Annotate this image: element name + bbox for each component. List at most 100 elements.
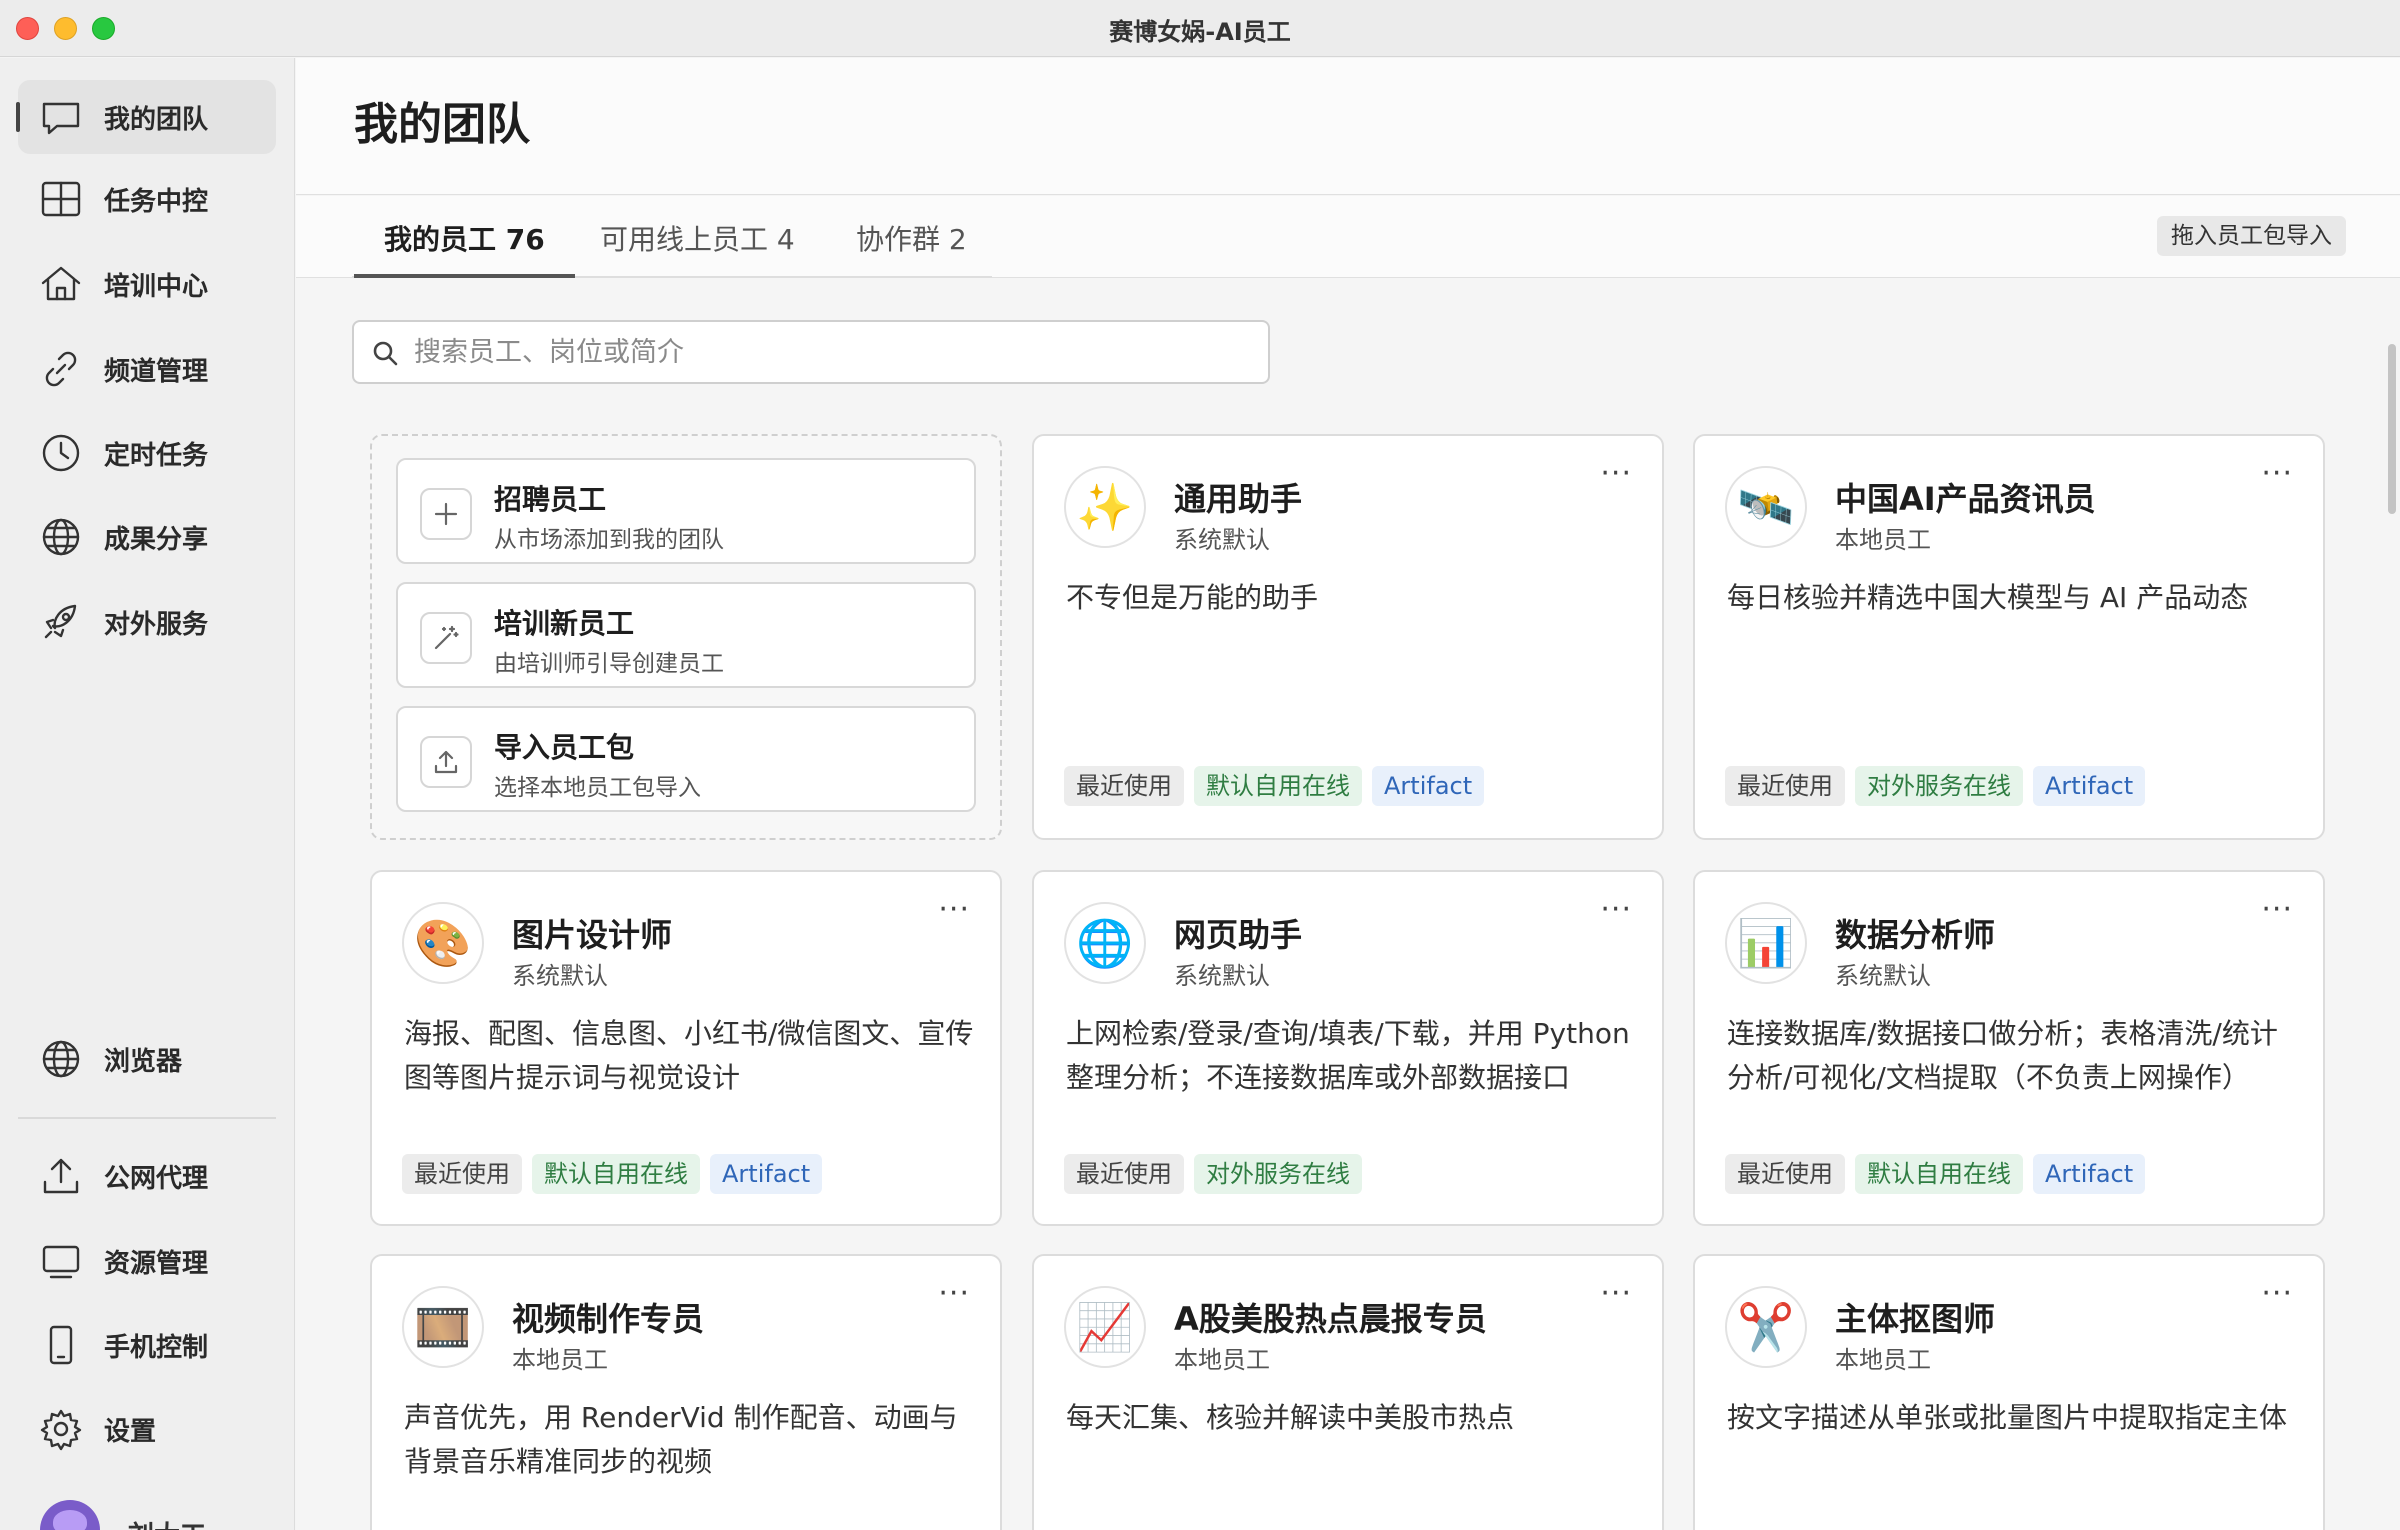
sidebar: 我的团队 任务中控 培训中心 频道管理 定时任务 成果分享 对外服务 浏览器 公… bbox=[0, 58, 295, 1530]
employee-type: 本地员工 bbox=[1835, 526, 1931, 554]
sidebar-item-scheduled-tasks[interactable]: 定时任务 bbox=[18, 416, 276, 490]
recruit-employee-button[interactable]: 招聘员工 从市场添加到我的团队 bbox=[396, 458, 976, 564]
employee-card[interactable]: 📊 数据分析师 系统默认 ··· 连接数据库/数据接口做分析；表格清洗/统计分析… bbox=[1693, 870, 2325, 1226]
employee-name: 通用助手 bbox=[1174, 480, 1303, 518]
phone-icon bbox=[38, 1322, 84, 1368]
employee-card[interactable]: 🎨 图片设计师 系统默认 ··· 海报、配图、信息图、小红书/微信图文、宣传图等… bbox=[370, 870, 1002, 1226]
search-field[interactable] bbox=[352, 320, 1270, 384]
user-name[interactable]: 刘大工 bbox=[128, 1515, 206, 1530]
employee-name: 数据分析师 bbox=[1835, 916, 1996, 954]
more-options-icon[interactable]: ··· bbox=[2261, 1276, 2293, 1311]
employee-type: 本地员工 bbox=[1174, 1346, 1270, 1374]
satellite-icon: 🛰️ bbox=[1725, 466, 1807, 548]
sidebar-item-label: 成果分享 bbox=[104, 524, 209, 555]
employee-card[interactable]: 🌐 网页助手 系统默认 ··· 上网检索/登录/查询/填表/下载，并用 Pyth… bbox=[1032, 870, 1664, 1226]
sidebar-item-label: 设置 bbox=[104, 1416, 157, 1447]
more-options-icon[interactable]: ··· bbox=[1600, 456, 1632, 491]
sidebar-item-label: 公网代理 bbox=[104, 1163, 209, 1194]
sparkles-icon: ✨ bbox=[1064, 466, 1146, 548]
sidebar-item-channel-management[interactable]: 频道管理 bbox=[18, 332, 276, 406]
employee-type: 本地员工 bbox=[512, 1346, 608, 1374]
sidebar-item-label: 资源管理 bbox=[104, 1248, 209, 1279]
employee-type: 系统默认 bbox=[1174, 526, 1270, 554]
employee-name: 主体抠图师 bbox=[1835, 1300, 1996, 1338]
employee-name: A股美股热点晨报专员 bbox=[1174, 1300, 1487, 1338]
employee-tags: 最近使用 对外服务在线 bbox=[1064, 1154, 1362, 1194]
main-content: 我的团队 我的员工 76 可用线上员工 4 协作群 2 拖入员工包导入 招聘员工… bbox=[296, 58, 2400, 1530]
sidebar-item-label: 浏览器 bbox=[104, 1046, 183, 1077]
upload-icon bbox=[38, 1153, 84, 1199]
employee-card[interactable]: 🛰️ 中国AI产品资讯员 本地员工 ··· 每日核验并精选中国大模型与 AI 产… bbox=[1693, 434, 2325, 840]
sidebar-item-public-proxy[interactable]: 公网代理 bbox=[18, 1139, 276, 1213]
window-title: 赛博女娲-AI员工 bbox=[1109, 18, 1291, 46]
tab-collab-groups[interactable]: 协作群 2 bbox=[856, 218, 967, 276]
employee-card[interactable]: ✂️ 主体抠图师 本地员工 ··· 按文字描述从单张或批量图片中提取指定主体 bbox=[1693, 1254, 2325, 1530]
employee-tags: 最近使用 默认自用在线 Artifact bbox=[402, 1154, 823, 1194]
action-subtitle: 由培训师引导创建员工 bbox=[494, 651, 724, 677]
tag-artifact: Artifact bbox=[710, 1154, 823, 1194]
title-bar: 赛博女娲-AI员工 bbox=[0, 0, 2400, 57]
tag-recent: 最近使用 bbox=[402, 1154, 522, 1194]
sidebar-item-external-service[interactable]: 对外服务 bbox=[18, 585, 276, 659]
sidebar-item-settings[interactable]: 设置 bbox=[18, 1392, 276, 1466]
more-options-icon[interactable]: ··· bbox=[1600, 892, 1632, 927]
tag-online: 默认自用在线 bbox=[532, 1154, 700, 1194]
scissors-icon: ✂️ bbox=[1725, 1286, 1807, 1368]
employee-card[interactable]: 🎞️ 视频制作专员 本地员工 ··· 声音优先，用 RenderVid 制作配音… bbox=[370, 1254, 1002, 1530]
action-title: 导入员工包 bbox=[494, 731, 635, 764]
grid-icon bbox=[38, 176, 84, 222]
globe-icon bbox=[38, 1036, 84, 1082]
action-title: 招聘员工 bbox=[494, 483, 607, 516]
action-title: 培训新员工 bbox=[494, 607, 635, 640]
employee-type: 系统默认 bbox=[512, 962, 608, 990]
tag-recent: 最近使用 bbox=[1064, 1154, 1184, 1194]
more-options-icon[interactable]: ··· bbox=[1600, 1276, 1632, 1311]
sidebar-item-results-sharing[interactable]: 成果分享 bbox=[18, 500, 276, 574]
sidebar-item-label: 频道管理 bbox=[104, 356, 209, 387]
import-package-button[interactable]: 导入员工包 选择本地员工包导入 bbox=[396, 706, 976, 812]
more-options-icon[interactable]: ··· bbox=[938, 1276, 970, 1311]
drag-import-button[interactable]: 拖入员工包导入 bbox=[2157, 216, 2346, 256]
sidebar-item-browser[interactable]: 浏览器 bbox=[18, 1022, 276, 1096]
employee-name: 网页助手 bbox=[1174, 916, 1303, 954]
search-input[interactable] bbox=[414, 330, 1254, 374]
sidebar-item-resource-management[interactable]: 资源管理 bbox=[18, 1224, 276, 1298]
sidebar-item-label: 手机控制 bbox=[104, 1332, 209, 1363]
sidebar-item-my-team[interactable]: 我的团队 bbox=[16, 80, 276, 154]
tag-online: 默认自用在线 bbox=[1855, 1154, 2023, 1194]
link-icon bbox=[38, 346, 84, 392]
more-options-icon[interactable]: ··· bbox=[2261, 456, 2293, 491]
rocket-icon bbox=[38, 599, 84, 645]
sidebar-item-phone-control[interactable]: 手机控制 bbox=[18, 1308, 276, 1382]
action-subtitle: 从市场添加到我的团队 bbox=[494, 527, 724, 553]
employee-card[interactable]: 📈 A股美股热点晨报专员 本地员工 ··· 每天汇集、核验并解读中美股市热点 bbox=[1032, 1254, 1664, 1530]
tag-recent: 最近使用 bbox=[1725, 766, 1845, 806]
sidebar-item-task-control[interactable]: 任务中控 bbox=[18, 162, 276, 236]
employee-description: 连接数据库/数据接口做分析；表格清洗/统计分析/可视化/文档提取（不负责上网操作… bbox=[1727, 1017, 2278, 1094]
employee-card[interactable]: ✨ 通用助手 系统默认 ··· 不专但是万能的助手 最近使用 默认自用在线 Ar… bbox=[1032, 434, 1664, 840]
sidebar-item-label: 任务中控 bbox=[104, 186, 209, 217]
quick-actions-card: 招聘员工 从市场添加到我的团队 培训新员工 由培训师引导创建员工 导入员工包 选… bbox=[370, 434, 1002, 840]
search-icon bbox=[370, 338, 400, 368]
tag-artifact: Artifact bbox=[2033, 1154, 2146, 1194]
trend-chart-icon: 📈 bbox=[1064, 1286, 1146, 1368]
tab-my-employees[interactable]: 我的员工 76 bbox=[354, 218, 575, 278]
sidebar-item-label: 对外服务 bbox=[104, 609, 209, 640]
scrollbar[interactable] bbox=[2388, 344, 2396, 514]
employee-description: 每日核验并精选中国大模型与 AI 产品动态 bbox=[1727, 581, 2249, 614]
train-employee-button[interactable]: 培训新员工 由培训师引导创建员工 bbox=[396, 582, 976, 688]
more-options-icon[interactable]: ··· bbox=[2261, 892, 2293, 927]
tab-online-employees[interactable]: 可用线上员工 4 bbox=[600, 218, 795, 276]
employee-description: 上网检索/登录/查询/填表/下载，并用 Python 整理分析；不连接数据库或外… bbox=[1066, 1017, 1630, 1094]
sidebar-item-label: 培训中心 bbox=[104, 271, 209, 302]
sidebar-item-training-center[interactable]: 培训中心 bbox=[18, 247, 276, 321]
more-options-icon[interactable]: ··· bbox=[938, 892, 970, 927]
home-icon bbox=[38, 261, 84, 307]
wand-icon bbox=[420, 612, 472, 664]
employee-tags: 最近使用 默认自用在线 Artifact bbox=[1064, 766, 1485, 806]
employee-description: 每天汇集、核验并解读中美股市热点 bbox=[1066, 1401, 1515, 1434]
monitor-icon bbox=[38, 1238, 84, 1284]
employee-type: 本地员工 bbox=[1835, 1346, 1931, 1374]
action-subtitle: 选择本地员工包导入 bbox=[494, 775, 701, 801]
tag-artifact: Artifact bbox=[2033, 766, 2146, 806]
